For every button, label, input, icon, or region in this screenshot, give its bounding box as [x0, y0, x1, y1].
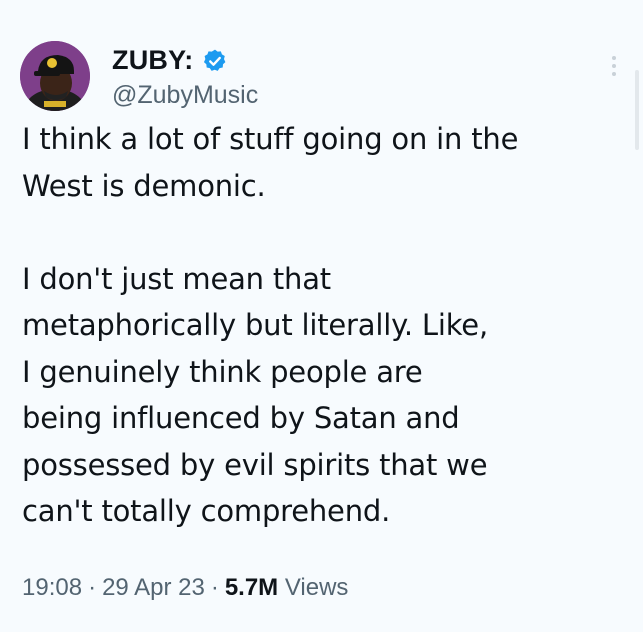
views-count[interactable]: 5.7M [225, 574, 278, 601]
tweet-line: being influenced by Satan and [22, 401, 460, 435]
paragraph-break [22, 209, 622, 256]
tweet-line: I genuinely think people are [22, 354, 423, 389]
avatar[interactable] [20, 41, 90, 111]
tweet-time[interactable]: 19:08 [22, 574, 82, 601]
display-name[interactable]: ZUBY: [112, 45, 194, 76]
tweet-header: ZUBY: @ZubyMusic [20, 38, 258, 114]
tweet-line: possessed by evil spirits that we [22, 447, 488, 482]
tweet-line: I think a lot of stuff going on in the [22, 122, 519, 156]
author-names: ZUBY: @ZubyMusic [112, 43, 258, 110]
more-dot [612, 64, 616, 68]
more-dot [612, 72, 616, 76]
avatar-image [20, 41, 90, 111]
tweet-card: ZUBY: @ZubyMusic I think a lot of stuff … [0, 0, 643, 632]
meta-separator: · [88, 574, 97, 601]
display-name-row: ZUBY: [112, 43, 258, 79]
tweet-line: can't totally comprehend. [22, 494, 391, 528]
tweet-line: West is demonic. [22, 168, 266, 203]
meta-separator: · [210, 574, 219, 601]
views-label[interactable]: Views [285, 574, 349, 601]
tweet-text: I think a lot of stuff going on in the W… [22, 116, 622, 535]
tweet-date[interactable]: 29 Apr 23 [102, 574, 205, 601]
tweet-line: I don't just mean that [22, 261, 331, 296]
more-dot [612, 56, 616, 60]
tweet-meta: 19:08 · 29 Apr 23 · 5.7M Views [22, 574, 348, 602]
tweet-line: metaphorically but literally. Like, [22, 308, 488, 342]
author-handle[interactable]: @ZubyMusic [112, 81, 258, 110]
verified-badge-icon [203, 49, 225, 71]
more-vertical-icon[interactable] [609, 56, 619, 76]
scrollbar[interactable] [635, 70, 639, 150]
